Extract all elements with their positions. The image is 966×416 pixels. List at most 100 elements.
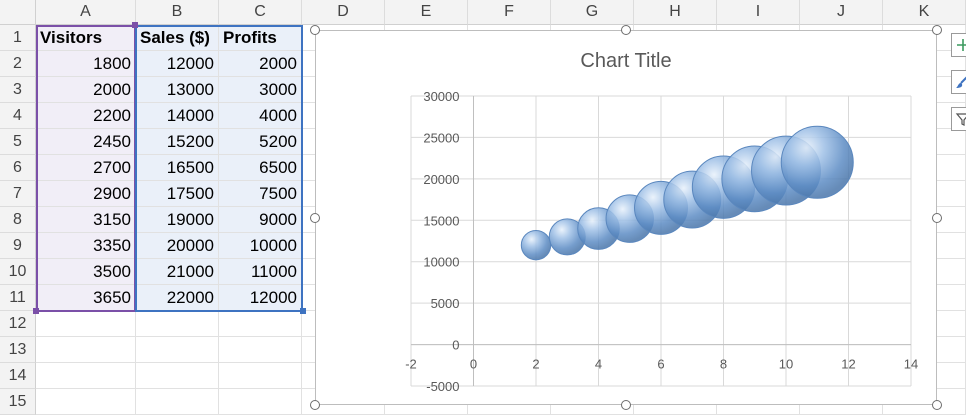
column-header-k[interactable]: K bbox=[883, 0, 966, 25]
row-header-3[interactable]: 3 bbox=[0, 77, 36, 103]
column-header-f[interactable]: F bbox=[468, 0, 551, 25]
chart-resize-handle-top[interactable] bbox=[621, 25, 631, 35]
plus-icon bbox=[957, 39, 966, 51]
table-cell[interactable]: 10000 bbox=[219, 233, 302, 259]
column-header-j[interactable]: J bbox=[800, 0, 883, 25]
bubble-series[interactable] bbox=[520, 125, 854, 261]
cell[interactable] bbox=[36, 311, 136, 337]
table-cell[interactable]: 7500 bbox=[219, 181, 302, 207]
table-cell[interactable]: 4000 bbox=[219, 103, 302, 129]
row-header-1[interactable]: 1 bbox=[0, 25, 36, 51]
table-cell[interactable]: 3000 bbox=[219, 77, 302, 103]
column-header-b[interactable]: B bbox=[136, 0, 219, 25]
table-cell[interactable]: 1800 bbox=[36, 51, 136, 77]
table-header-cell[interactable]: Visitors bbox=[36, 25, 136, 51]
x-tick-label: 14 bbox=[904, 357, 918, 372]
table-cell[interactable]: 14000 bbox=[136, 103, 219, 129]
cell[interactable] bbox=[136, 337, 219, 363]
chart-title[interactable]: Chart Title bbox=[580, 50, 671, 72]
column-header-g[interactable]: G bbox=[551, 0, 634, 25]
chart-filters-button[interactable] bbox=[951, 107, 966, 131]
table-cell[interactable]: 22000 bbox=[136, 285, 219, 311]
chart-elements-button[interactable] bbox=[951, 33, 966, 57]
row-header-2[interactable]: 2 bbox=[0, 51, 36, 77]
row-header-4[interactable]: 4 bbox=[0, 103, 36, 129]
table-cell[interactable]: 12000 bbox=[136, 51, 219, 77]
cell[interactable] bbox=[36, 389, 136, 415]
chart-resize-handle-tl[interactable] bbox=[310, 25, 320, 35]
table-header-cell[interactable]: Sales ($) bbox=[136, 25, 219, 51]
row-header-9[interactable]: 9 bbox=[0, 233, 36, 259]
table-cell[interactable]: 9000 bbox=[219, 207, 302, 233]
cell[interactable] bbox=[36, 337, 136, 363]
bubble-point[interactable] bbox=[780, 125, 854, 199]
x-tick-label: -2 bbox=[405, 357, 417, 372]
cell[interactable] bbox=[219, 363, 302, 389]
column-header-d[interactable]: D bbox=[302, 0, 385, 25]
table-header-cell[interactable]: Profits bbox=[219, 25, 302, 51]
row-header-5[interactable]: 5 bbox=[0, 129, 36, 155]
table-cell[interactable]: 2000 bbox=[36, 77, 136, 103]
table-cell[interactable]: 19000 bbox=[136, 207, 219, 233]
table-cell[interactable]: 3650 bbox=[36, 285, 136, 311]
column-header-e[interactable]: E bbox=[385, 0, 468, 25]
selection-handle[interactable] bbox=[300, 308, 306, 314]
column-header-a[interactable]: A bbox=[36, 0, 136, 25]
chart-resize-handle-bottom[interactable] bbox=[621, 400, 631, 410]
selection-handle[interactable] bbox=[132, 22, 138, 28]
table-cell[interactable]: 6500 bbox=[219, 155, 302, 181]
row-header-7[interactable]: 7 bbox=[0, 181, 36, 207]
bubble-chart[interactable]: Chart Title -2 0 2 4 6 8 10 12 14 30000 25000 20000… bbox=[315, 30, 937, 405]
table-cell[interactable]: 20000 bbox=[136, 233, 219, 259]
table-cell[interactable]: 2200 bbox=[36, 103, 136, 129]
row-header-8[interactable]: 8 bbox=[0, 207, 36, 233]
y-tick-label: 15000 bbox=[423, 213, 459, 228]
table-cell[interactable]: 2000 bbox=[219, 51, 302, 77]
chart-resize-handle-right[interactable] bbox=[932, 213, 942, 223]
column-header-i[interactable]: I bbox=[717, 0, 800, 25]
table-cell[interactable]: 2700 bbox=[36, 155, 136, 181]
x-tick-label: 0 bbox=[470, 357, 477, 372]
table-cell[interactable]: 3150 bbox=[36, 207, 136, 233]
cell[interactable] bbox=[219, 337, 302, 363]
column-header-c[interactable]: C bbox=[219, 0, 302, 25]
table-cell[interactable]: 15200 bbox=[136, 129, 219, 155]
y-tick-label: -5000 bbox=[426, 379, 459, 394]
table-cell[interactable]: 3350 bbox=[36, 233, 136, 259]
y-tick-label: 5000 bbox=[431, 296, 460, 311]
chart-resize-handle-tr[interactable] bbox=[932, 25, 942, 35]
select-all-corner[interactable] bbox=[0, 0, 36, 25]
cell[interactable] bbox=[219, 389, 302, 415]
row-header-12[interactable]: 12 bbox=[0, 311, 36, 337]
y-tick-label: 0 bbox=[452, 338, 459, 353]
row-header-10[interactable]: 10 bbox=[0, 259, 36, 285]
table-cell[interactable]: 2450 bbox=[36, 129, 136, 155]
table-cell[interactable]: 3500 bbox=[36, 259, 136, 285]
chart-resize-handle-bl[interactable] bbox=[310, 400, 320, 410]
cell[interactable] bbox=[219, 311, 302, 337]
table-cell[interactable]: 5200 bbox=[219, 129, 302, 155]
cell[interactable] bbox=[136, 311, 219, 337]
table-cell[interactable]: 11000 bbox=[219, 259, 302, 285]
table-cell[interactable]: 13000 bbox=[136, 77, 219, 103]
table-cell[interactable]: 21000 bbox=[136, 259, 219, 285]
selection-handle[interactable] bbox=[33, 308, 39, 314]
bubble-point[interactable] bbox=[520, 229, 552, 261]
row-header-15[interactable]: 15 bbox=[0, 389, 36, 415]
chart-resize-handle-left[interactable] bbox=[310, 213, 320, 223]
row-header-6[interactable]: 6 bbox=[0, 155, 36, 181]
table-cell[interactable]: 12000 bbox=[219, 285, 302, 311]
cell[interactable] bbox=[36, 363, 136, 389]
table-cell[interactable]: 16500 bbox=[136, 155, 219, 181]
column-header-h[interactable]: H bbox=[634, 0, 717, 25]
table-cell[interactable]: 17500 bbox=[136, 181, 219, 207]
row-header-14[interactable]: 14 bbox=[0, 363, 36, 389]
cell[interactable] bbox=[136, 363, 219, 389]
y-tick-label: 10000 bbox=[423, 255, 459, 270]
row-header-13[interactable]: 13 bbox=[0, 337, 36, 363]
cell[interactable] bbox=[136, 389, 219, 415]
row-header-11[interactable]: 11 bbox=[0, 285, 36, 311]
chart-styles-button[interactable] bbox=[951, 70, 966, 94]
table-cell[interactable]: 2900 bbox=[36, 181, 136, 207]
chart-resize-handle-br[interactable] bbox=[932, 400, 942, 410]
